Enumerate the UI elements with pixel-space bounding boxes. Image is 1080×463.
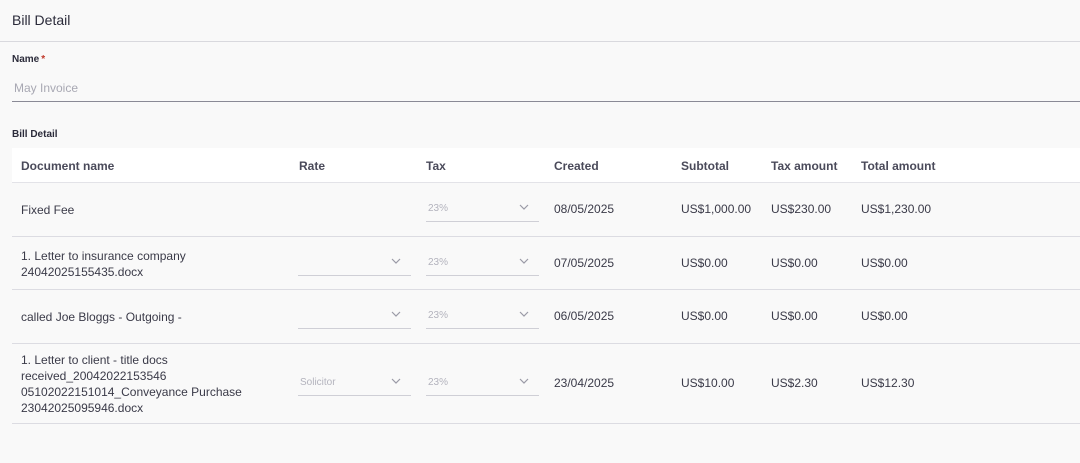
created-date: 08/05/2025 bbox=[554, 202, 615, 216]
tax-amount-value: US$2.30 bbox=[771, 376, 818, 390]
chevron-down-icon bbox=[519, 204, 529, 210]
table-row: 1. Letter to client - title docs received… bbox=[12, 344, 1080, 424]
document-name: 1. Letter to insurance company 2404202515… bbox=[21, 248, 291, 280]
column-header-rate: Rate bbox=[299, 159, 326, 173]
total-amount-value: US$0.00 bbox=[861, 309, 908, 323]
document-name-line: 24042025155435.docx bbox=[21, 264, 144, 279]
document-name-line: called Joe Bloggs - Outgoing - bbox=[21, 310, 182, 324]
rate-select[interactable] bbox=[298, 305, 411, 329]
chevron-down-icon bbox=[519, 311, 529, 317]
rate-select[interactable] bbox=[298, 252, 411, 276]
header: Bill Detail bbox=[0, 0, 1080, 42]
chevron-down-icon bbox=[391, 378, 401, 384]
tax-value: 23% bbox=[428, 377, 449, 388]
total-amount-value: US$1,230.00 bbox=[861, 202, 932, 216]
tax-value: 23% bbox=[428, 203, 449, 214]
subtotal-value: US$10.00 bbox=[681, 376, 735, 390]
chevron-down-icon bbox=[519, 378, 529, 384]
rate-value: Solicitor bbox=[300, 377, 336, 388]
document-name-line: 05102022151014_Conveyance Purchase bbox=[21, 385, 242, 399]
table-header: Document name Rate Tax Created Subtotal … bbox=[12, 148, 1080, 183]
tax-amount-value: US$230.00 bbox=[771, 202, 832, 216]
column-header-total-amount: Total amount bbox=[861, 159, 936, 173]
tax-select[interactable]: 23% bbox=[426, 372, 539, 396]
bill-detail-label: Bill Detail bbox=[12, 129, 58, 140]
column-header-tax-amount: Tax amount bbox=[771, 159, 838, 173]
column-header-tax: Tax bbox=[426, 159, 446, 173]
name-label: Name * bbox=[12, 54, 45, 65]
name-label-text: Name bbox=[12, 54, 40, 65]
column-header-subtotal: Subtotal bbox=[681, 159, 729, 173]
table-body: Fixed Fee 23% 08/05/2025 US$1,000.00 US$230.… bbox=[12, 183, 1080, 424]
tax-select[interactable]: 23% bbox=[426, 252, 539, 276]
document-name-line: received_20042022153546 bbox=[21, 369, 167, 383]
tax-select[interactable]: 23% bbox=[426, 198, 539, 222]
subtotal-value: US$0.00 bbox=[681, 309, 728, 323]
document-name-line: 1. Letter to insurance company bbox=[21, 248, 186, 263]
tax-amount-value: US$0.00 bbox=[771, 309, 818, 323]
tax-value: 23% bbox=[428, 310, 449, 321]
name-input[interactable] bbox=[12, 74, 1080, 102]
document-name: called Joe Bloggs - Outgoing - bbox=[21, 309, 291, 325]
chevron-down-icon bbox=[391, 311, 401, 317]
tax-amount-value: US$0.00 bbox=[771, 255, 818, 270]
document-name-line: 1. Letter to client - title docs bbox=[21, 353, 168, 367]
document-name-line: 23042025095946.docx bbox=[21, 401, 144, 415]
created-date: 07/05/2025 bbox=[554, 255, 615, 270]
table-row: Fixed Fee 23% 08/05/2025 US$1,000.00 US$230.… bbox=[12, 183, 1080, 237]
document-name: 1. Letter to client - title docs received… bbox=[21, 352, 291, 416]
total-amount-value: US$0.00 bbox=[861, 255, 908, 270]
document-name: Fixed Fee bbox=[21, 202, 291, 218]
column-header-created: Created bbox=[554, 159, 599, 173]
required-mark: * bbox=[41, 54, 46, 65]
created-date: 06/05/2025 bbox=[554, 309, 615, 323]
tax-select[interactable]: 23% bbox=[426, 305, 539, 329]
tax-value: 23% bbox=[428, 256, 449, 268]
column-header-document-name: Document name bbox=[21, 159, 115, 173]
bill-detail-table: Document name Rate Tax Created Subtotal … bbox=[12, 148, 1080, 424]
document-name-line: Fixed Fee bbox=[21, 203, 75, 217]
table-row: called Joe Bloggs - Outgoing - 23% 06/05/2… bbox=[12, 290, 1080, 344]
subtotal-value: US$1,000.00 bbox=[681, 202, 752, 216]
chevron-down-icon bbox=[391, 258, 401, 264]
rate-select[interactable]: Solicitor bbox=[298, 372, 411, 396]
page-title: Bill Detail bbox=[12, 12, 71, 28]
subtotal-value: US$0.00 bbox=[681, 255, 728, 270]
created-date: 23/04/2025 bbox=[554, 376, 615, 390]
total-amount-value: US$12.30 bbox=[861, 376, 915, 390]
chevron-down-icon bbox=[519, 258, 529, 264]
table-row: 1. Letter to insurance company 2404202515… bbox=[12, 237, 1080, 290]
